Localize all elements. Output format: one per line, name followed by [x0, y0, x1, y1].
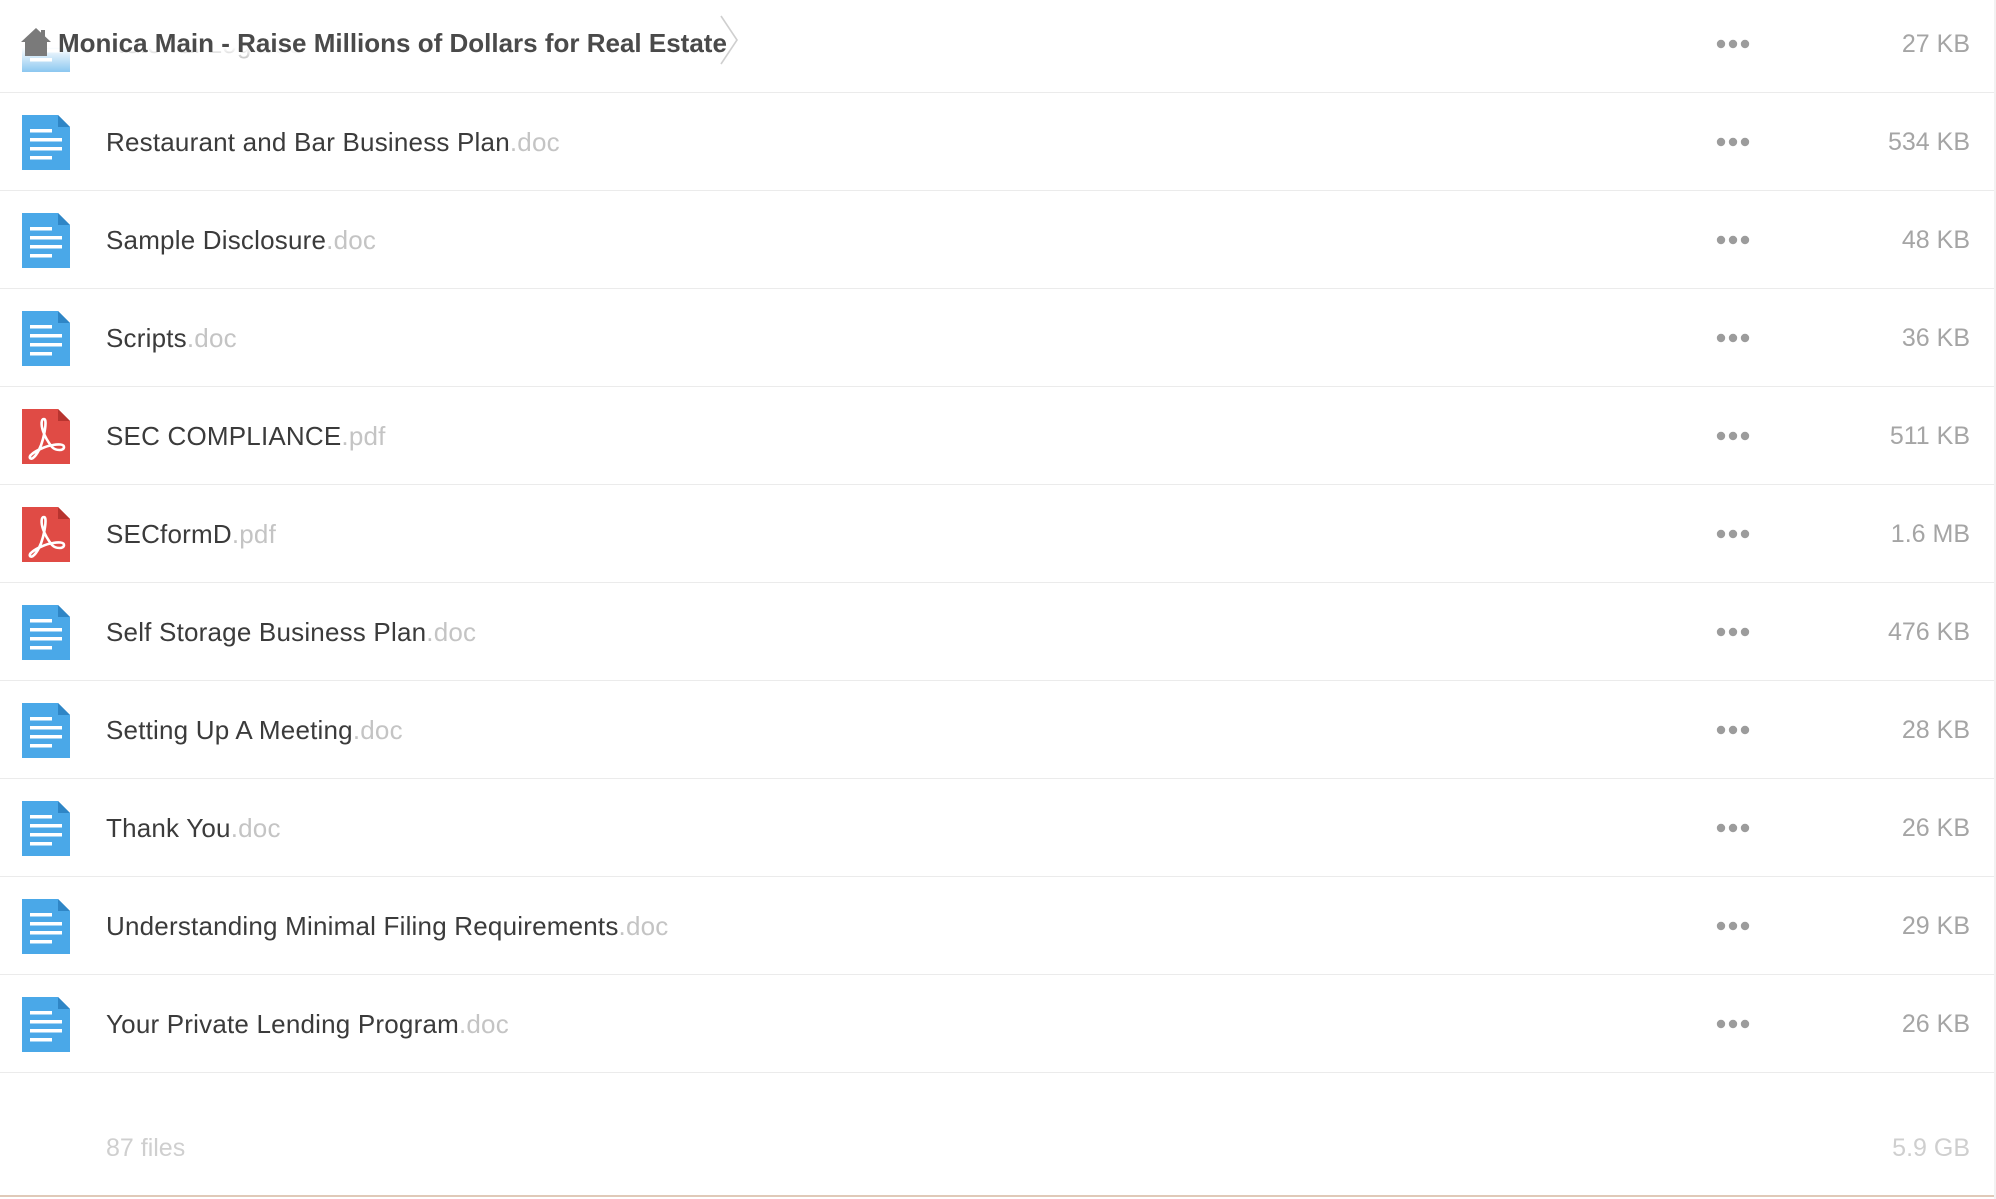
file-name[interactable]: Scripts.doc — [106, 289, 237, 387]
pdf-icon — [22, 507, 70, 562]
file-basename: SEC COMPLIANCE — [106, 421, 342, 451]
more-options-button[interactable] — [1712, 1011, 1754, 1037]
file-extension: .doc — [509, 127, 560, 157]
total-size: 5.9 GB — [1892, 1134, 1970, 1162]
file-name[interactable]: Understanding Minimal Filing Requirement… — [106, 877, 669, 975]
file-browser: Referral Log.doc27 KBRestaurant and Bar … — [0, 0, 1996, 1199]
file-name[interactable]: Self Storage Business Plan.doc — [106, 583, 476, 681]
file-row[interactable]: Your Private Lending Program.doc 26 KB — [0, 975, 1996, 1073]
more-dots-icon — [1716, 529, 1750, 539]
file-name[interactable]: Sample Disclosure.doc — [106, 191, 376, 289]
more-options-button[interactable] — [1712, 521, 1754, 547]
file-row[interactable]: SEC COMPLIANCE.pdf 511 KB — [0, 387, 1996, 485]
folder-title[interactable]: Monica Main - Raise Millions of Dollars … — [58, 20, 727, 66]
more-options-button[interactable] — [1712, 619, 1754, 645]
file-row[interactable]: SECformD.pdf 1.6 MB — [0, 485, 1996, 583]
more-options-button[interactable] — [1712, 423, 1754, 449]
file-extension: .doc — [352, 715, 403, 745]
file-name[interactable]: Restaurant and Bar Business Plan.doc — [106, 93, 560, 191]
file-basename: Setting Up A Meeting — [106, 715, 353, 745]
document-icon — [22, 801, 70, 856]
file-extension: .doc — [230, 813, 281, 843]
file-list-footer: 87 files 5.9 GB — [0, 1112, 1996, 1198]
more-dots-icon — [1716, 235, 1750, 245]
file-size: 476 KB — [1887, 618, 1970, 646]
file-extension: .doc — [326, 225, 377, 255]
more-options-button[interactable] — [1712, 913, 1754, 939]
file-extension: .pdf — [231, 519, 277, 549]
document-icon — [22, 115, 70, 170]
bottom-divider — [0, 1195, 1996, 1197]
file-basename: Self Storage Business Plan — [106, 617, 427, 647]
more-options-button[interactable] — [1712, 717, 1754, 743]
file-row[interactable]: Setting Up A Meeting.doc 28 KB — [0, 681, 1996, 779]
file-basename: Understanding Minimal Filing Requirement… — [106, 911, 619, 941]
file-extension: .pdf — [341, 421, 386, 451]
more-options-button[interactable] — [1712, 129, 1754, 155]
more-dots-icon — [1716, 39, 1750, 49]
breadcrumb: Monica Main - Raise Millions of Dollars … — [0, 0, 760, 86]
document-icon — [22, 311, 70, 366]
file-count: 87 files — [106, 1134, 186, 1162]
more-options-button[interactable] — [1712, 815, 1754, 841]
file-size: 29 KB — [1901, 912, 1970, 940]
file-extension: .doc — [426, 617, 477, 647]
file-row[interactable]: Sample Disclosure.doc 48 KB — [0, 191, 1996, 289]
file-basename: SECformD — [106, 519, 232, 549]
document-icon — [22, 997, 70, 1052]
more-dots-icon — [1716, 431, 1750, 441]
file-extension: .doc — [458, 1009, 509, 1039]
document-icon — [22, 899, 70, 954]
file-basename: Sample Disclosure — [106, 225, 327, 255]
more-dots-icon — [1716, 921, 1750, 931]
file-name[interactable]: SEC COMPLIANCE.pdf — [106, 387, 386, 485]
file-basename: Your Private Lending Program — [106, 1009, 459, 1039]
file-name[interactable]: Thank You.doc — [106, 779, 281, 877]
pdf-icon — [22, 409, 70, 464]
more-options-button[interactable] — [1712, 227, 1754, 253]
file-size: 28 KB — [1901, 716, 1970, 744]
more-options-button[interactable] — [1712, 31, 1754, 57]
file-size: 26 KB — [1901, 814, 1970, 842]
file-name[interactable]: SECformD.pdf — [106, 485, 276, 583]
more-dots-icon — [1716, 823, 1750, 833]
file-row[interactable]: Scripts.doc 36 KB — [0, 289, 1996, 387]
file-size: 27 KB — [1901, 30, 1970, 58]
file-extension: .doc — [618, 911, 669, 941]
file-size: 48 KB — [1901, 226, 1970, 254]
more-dots-icon — [1716, 627, 1750, 637]
file-name[interactable]: Setting Up A Meeting.doc — [106, 681, 403, 779]
document-icon — [22, 605, 70, 660]
file-size: 1.6 MB — [1890, 520, 1970, 548]
chevron-right-icon — [720, 15, 738, 65]
more-dots-icon — [1716, 1019, 1750, 1029]
more-dots-icon — [1716, 137, 1750, 147]
file-basename: Thank You — [106, 813, 231, 843]
file-row[interactable]: Restaurant and Bar Business Plan.doc 534 … — [0, 93, 1996, 191]
file-size: 26 KB — [1901, 1010, 1970, 1038]
more-dots-icon — [1716, 333, 1750, 343]
file-size: 511 KB — [1889, 422, 1970, 450]
file-row[interactable]: Thank You.doc 26 KB — [0, 779, 1996, 877]
file-name[interactable]: Your Private Lending Program.doc — [106, 975, 509, 1073]
file-basename: Restaurant and Bar Business Plan — [106, 127, 510, 157]
file-extension: .doc — [186, 323, 237, 353]
home-icon[interactable] — [20, 26, 52, 58]
file-size: 36 KB — [1901, 324, 1970, 352]
file-row[interactable]: Self Storage Business Plan.doc 476 KB — [0, 583, 1996, 681]
file-row[interactable]: Understanding Minimal Filing Requirement… — [0, 877, 1996, 975]
file-basename: Scripts — [106, 323, 187, 353]
document-icon — [22, 703, 70, 758]
file-size: 534 KB — [1887, 128, 1970, 156]
document-icon — [22, 213, 70, 268]
more-options-button[interactable] — [1712, 325, 1754, 351]
more-dots-icon — [1716, 725, 1750, 735]
